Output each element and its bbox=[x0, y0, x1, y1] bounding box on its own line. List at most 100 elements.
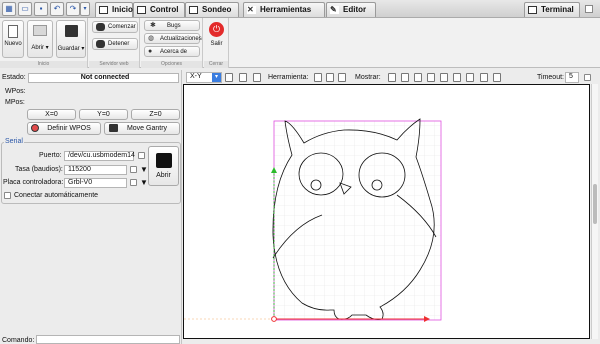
abrir-label: Abrir bbox=[31, 45, 44, 51]
move-label: Move Gantry bbox=[126, 125, 168, 132]
power-icon: ⏻ bbox=[209, 22, 224, 37]
bug-icon: ✱ bbox=[150, 22, 156, 29]
bugs-button[interactable]: ✱ Bugs bbox=[144, 20, 200, 31]
show-margins-icon[interactable] bbox=[414, 73, 422, 82]
canvas-scrollbar[interactable] bbox=[591, 84, 598, 339]
puerto-field[interactable]: /dev/cu.usbmodem14 bbox=[64, 151, 135, 161]
panel-toggle-checkbox[interactable] bbox=[585, 5, 593, 13]
tab-terminal[interactable]: Terminal bbox=[524, 2, 580, 17]
abrir-button[interactable]: Abrir ▾ bbox=[27, 20, 53, 58]
actualizaciones-button[interactable]: ◍ Actualizaciones bbox=[144, 33, 202, 44]
estado-label: Estado: bbox=[2, 74, 26, 81]
tab-label: Control bbox=[150, 5, 179, 14]
tab-editor[interactable]: ✎ Editor bbox=[326, 2, 376, 17]
scrollbar-thumb[interactable] bbox=[593, 184, 597, 224]
group-opciones: ✱ Bugs ◍ Actualizaciones ● Acerca de Opc… bbox=[141, 18, 203, 68]
nuevo-button[interactable]: Nuevo bbox=[2, 20, 24, 58]
placa-field[interactable]: Grbl-V0 bbox=[64, 178, 127, 188]
tasa-checkbox[interactable] bbox=[130, 166, 137, 173]
zero-x-button[interactable]: X=0 bbox=[27, 109, 76, 120]
pencil-icon: ✎ bbox=[330, 6, 339, 14]
home-icon bbox=[99, 6, 108, 14]
acerca-button[interactable]: ● Acerca de bbox=[144, 46, 200, 57]
tab-control[interactable]: Control bbox=[133, 2, 185, 17]
tools-icon: ✕ bbox=[247, 6, 256, 14]
detener-label: Detener bbox=[108, 41, 130, 47]
timeout-label: Timeout: bbox=[537, 74, 564, 81]
show-rapid-icon[interactable] bbox=[466, 73, 474, 82]
placa-dropdown-icon[interactable]: ▼ bbox=[140, 178, 148, 187]
tab-herramientas[interactable]: ✕ Herramientas bbox=[243, 2, 325, 17]
group-inicio: Nuevo Abrir ▾ Guardar ▾ Inicio bbox=[0, 18, 88, 68]
mostrar-label: Mostrar: bbox=[355, 74, 381, 81]
save-icon[interactable]: ▪ bbox=[34, 2, 48, 16]
show-axes-icon[interactable] bbox=[388, 73, 396, 82]
abrir-serial-label: Abrir bbox=[156, 172, 171, 179]
zoom-in-icon[interactable] bbox=[225, 73, 233, 82]
zoom-out-icon[interactable] bbox=[239, 73, 247, 82]
origin-marker bbox=[271, 316, 277, 322]
view-select[interactable]: X-Y ▾ bbox=[186, 72, 222, 83]
tab-inicio[interactable]: Inicio bbox=[95, 2, 133, 17]
detener-button[interactable]: Detener bbox=[92, 38, 138, 50]
puerto-checkbox[interactable] bbox=[138, 152, 145, 159]
show-image-icon[interactable] bbox=[493, 73, 501, 82]
estado-value: Not connected bbox=[28, 73, 179, 83]
panel-divider bbox=[181, 70, 182, 344]
tab-label: Herramientas bbox=[260, 5, 312, 14]
comando-label: Comando: bbox=[2, 337, 35, 344]
salir-label: Salir bbox=[210, 41, 223, 47]
tasa-dropdown-icon[interactable]: ▼ bbox=[140, 165, 148, 174]
puerto-label: Puerto: bbox=[39, 152, 62, 159]
undo-icon[interactable]: ↶ bbox=[50, 2, 64, 16]
redo-icon[interactable]: ↷ bbox=[66, 2, 80, 16]
move-gantry-button[interactable]: Move Gantry bbox=[104, 122, 180, 135]
dropdown-icon[interactable]: ▾ bbox=[80, 2, 90, 16]
bugs-label: Bugs bbox=[167, 23, 181, 29]
timeout-input[interactable]: 5 bbox=[565, 72, 579, 83]
usb-icon bbox=[155, 153, 172, 168]
open-folder-icon[interactable]: ▭ bbox=[18, 2, 32, 16]
definir-wpos-button[interactable]: Definir WPOS bbox=[27, 122, 101, 135]
show-probe-icon[interactable] bbox=[440, 73, 448, 82]
show-workarea-icon[interactable] bbox=[427, 73, 435, 82]
auto-connect-checkbox[interactable] bbox=[4, 192, 11, 199]
server-stop-icon bbox=[96, 40, 105, 48]
new-file-icon bbox=[8, 25, 18, 38]
view-value: X-Y bbox=[190, 73, 202, 80]
tasa-label: Tasa (baudios): bbox=[15, 166, 63, 173]
mpos-label: MPos: bbox=[5, 99, 25, 106]
group-label: Servidor web bbox=[89, 61, 139, 68]
timeout-checkbox[interactable] bbox=[584, 74, 591, 81]
zoom-fit-icon[interactable] bbox=[253, 73, 261, 82]
gantry-tool-icon[interactable] bbox=[338, 73, 346, 82]
zero-y-button[interactable]: Y=0 bbox=[79, 109, 128, 120]
probe-icon bbox=[189, 6, 198, 14]
show-grid-icon[interactable] bbox=[401, 73, 409, 82]
wpos-label: WPos: bbox=[5, 88, 26, 95]
tab-sondeo[interactable]: Sondeo bbox=[185, 2, 239, 17]
nuevo-label: Nuevo bbox=[4, 41, 22, 47]
comando-input[interactable] bbox=[36, 335, 180, 344]
comenzar-button[interactable]: Comenzar bbox=[92, 21, 138, 33]
floppy-icon bbox=[64, 25, 78, 37]
herramienta-label: Herramienta: bbox=[268, 74, 309, 81]
group-servidor-web: Comenzar Detener Servidor web bbox=[89, 18, 140, 68]
acerca-label: Acerca de bbox=[160, 49, 188, 55]
salir-button[interactable]: ⏻ Salir bbox=[206, 20, 227, 58]
abrir-serial-button[interactable]: Abrir bbox=[148, 146, 179, 186]
canvas-drawing bbox=[184, 118, 442, 322]
show-camera-icon[interactable] bbox=[480, 73, 488, 82]
zero-z-button[interactable]: Z=0 bbox=[131, 109, 180, 120]
menu-icon[interactable]: ▦ bbox=[2, 2, 16, 16]
definir-label: Definir WPOS bbox=[47, 125, 91, 132]
move-tool-icon[interactable] bbox=[326, 73, 334, 82]
terminal-icon bbox=[528, 6, 537, 14]
gcode-canvas[interactable] bbox=[183, 84, 590, 339]
show-paths-icon[interactable] bbox=[453, 73, 461, 82]
placa-checkbox[interactable] bbox=[130, 179, 137, 186]
pointer-tool-icon[interactable] bbox=[314, 73, 322, 82]
server-icon bbox=[96, 23, 105, 31]
guardar-button[interactable]: Guardar ▾ bbox=[56, 20, 86, 58]
tasa-field[interactable]: 115200 bbox=[64, 165, 127, 175]
